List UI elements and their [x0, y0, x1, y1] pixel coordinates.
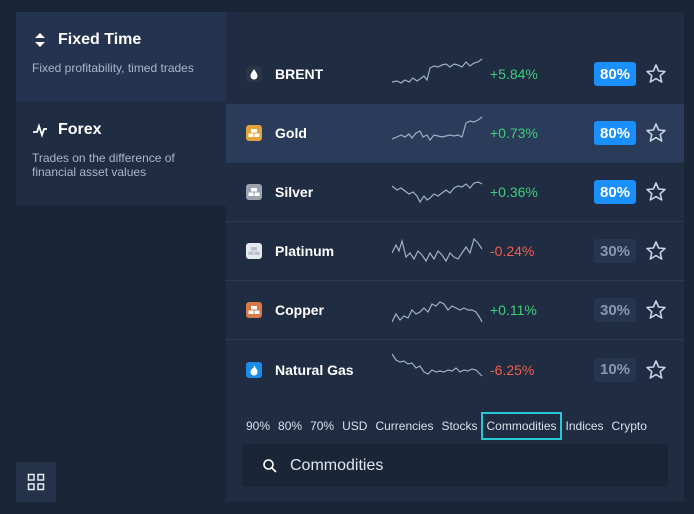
sparkline-chart — [392, 116, 483, 142]
asset-name: Platinum — [275, 243, 335, 259]
asset-name: Natural Gas — [275, 361, 354, 378]
asset-row[interactable]: Gold +0.73% 80% — [226, 104, 684, 163]
payout-badge: 80% — [594, 180, 636, 204]
payout-badge: 30% — [594, 298, 636, 322]
mode-title: Fixed Time — [58, 31, 142, 48]
star-icon[interactable] — [644, 62, 668, 86]
asset-row[interactable]: Copper +0.11% 30% — [226, 281, 684, 340]
search-value: Commodities — [290, 456, 384, 474]
asset-change: +0.11% — [490, 302, 537, 318]
asset-change: -6.25% — [490, 361, 535, 378]
filter-stocks[interactable]: Stocks — [437, 412, 481, 440]
sparkline-chart — [392, 353, 483, 376]
asset-row[interactable]: Natural Gas -6.25% 10% — [226, 340, 684, 399]
asset-row[interactable]: Silver +0.36% 80% — [226, 163, 684, 222]
asset-change: +0.73% — [490, 125, 538, 141]
flame-icon — [246, 361, 262, 378]
mode-subtitle: Fixed profitability, timed trades — [32, 61, 194, 75]
asset-name: Copper — [275, 302, 324, 318]
platinum-bars-icon — [246, 243, 262, 259]
apps-button[interactable] — [16, 462, 56, 502]
star-icon[interactable] — [644, 121, 668, 145]
asset-change: -0.24% — [490, 243, 535, 259]
up-down-arrows-icon — [35, 33, 45, 47]
asset-name: Silver — [275, 184, 314, 200]
filter-indices[interactable]: Indices — [562, 412, 608, 440]
asset-name: BRENT — [275, 66, 324, 82]
star-icon[interactable] — [644, 358, 668, 382]
asset-name: Gold — [275, 125, 307, 141]
asset-change: +0.36% — [490, 184, 538, 200]
search-input[interactable]: Commodities — [242, 444, 668, 487]
copper-bars-icon — [246, 302, 262, 318]
filter-70[interactable]: 70% — [306, 412, 338, 440]
mode-subtitle: Trades on the difference of financial as… — [32, 151, 175, 179]
star-icon[interactable] — [644, 298, 668, 322]
drop-icon — [246, 66, 262, 82]
filter-bar: 90% 80% 70% USD Currencies Stocks Commod… — [242, 412, 651, 440]
sparkline-chart — [392, 301, 483, 323]
payout-badge: 80% — [594, 62, 636, 86]
star-icon[interactable] — [644, 180, 668, 204]
filter-crypto[interactable]: Crypto — [608, 412, 651, 440]
filter-currencies[interactable]: Currencies — [371, 412, 437, 440]
asset-row[interactable]: Platinum -0.24% 30% — [226, 222, 684, 281]
filter-usd[interactable]: USD — [338, 412, 371, 440]
mode-title: Forex — [58, 121, 102, 138]
asset-row[interactable]: BRENT +5.84% 80% — [226, 44, 684, 104]
payout-badge: 30% — [594, 239, 636, 263]
mode-fixed-time[interactable]: Fixed Time Fixed profitability, timed tr… — [16, 12, 236, 102]
sparkline-chart — [392, 237, 483, 263]
gold-bars-icon — [246, 125, 262, 141]
payout-badge: 10% — [594, 357, 636, 382]
sparkline-chart — [392, 58, 483, 84]
payout-badge: 80% — [594, 121, 636, 145]
star-icon[interactable] — [644, 239, 668, 263]
filter-90[interactable]: 90% — [242, 412, 274, 440]
search-icon — [263, 459, 277, 473]
mode-forex[interactable]: Forex Trades on the difference of financ… — [16, 102, 236, 206]
silver-bars-icon — [246, 184, 262, 200]
filter-commodities[interactable]: Commodities — [481, 412, 562, 440]
asset-change: +5.84% — [490, 66, 538, 82]
filter-80[interactable]: 80% — [274, 412, 306, 440]
grid-icon — [27, 473, 45, 491]
pulse-icon — [33, 123, 47, 138]
sparkline-chart — [392, 181, 483, 204]
